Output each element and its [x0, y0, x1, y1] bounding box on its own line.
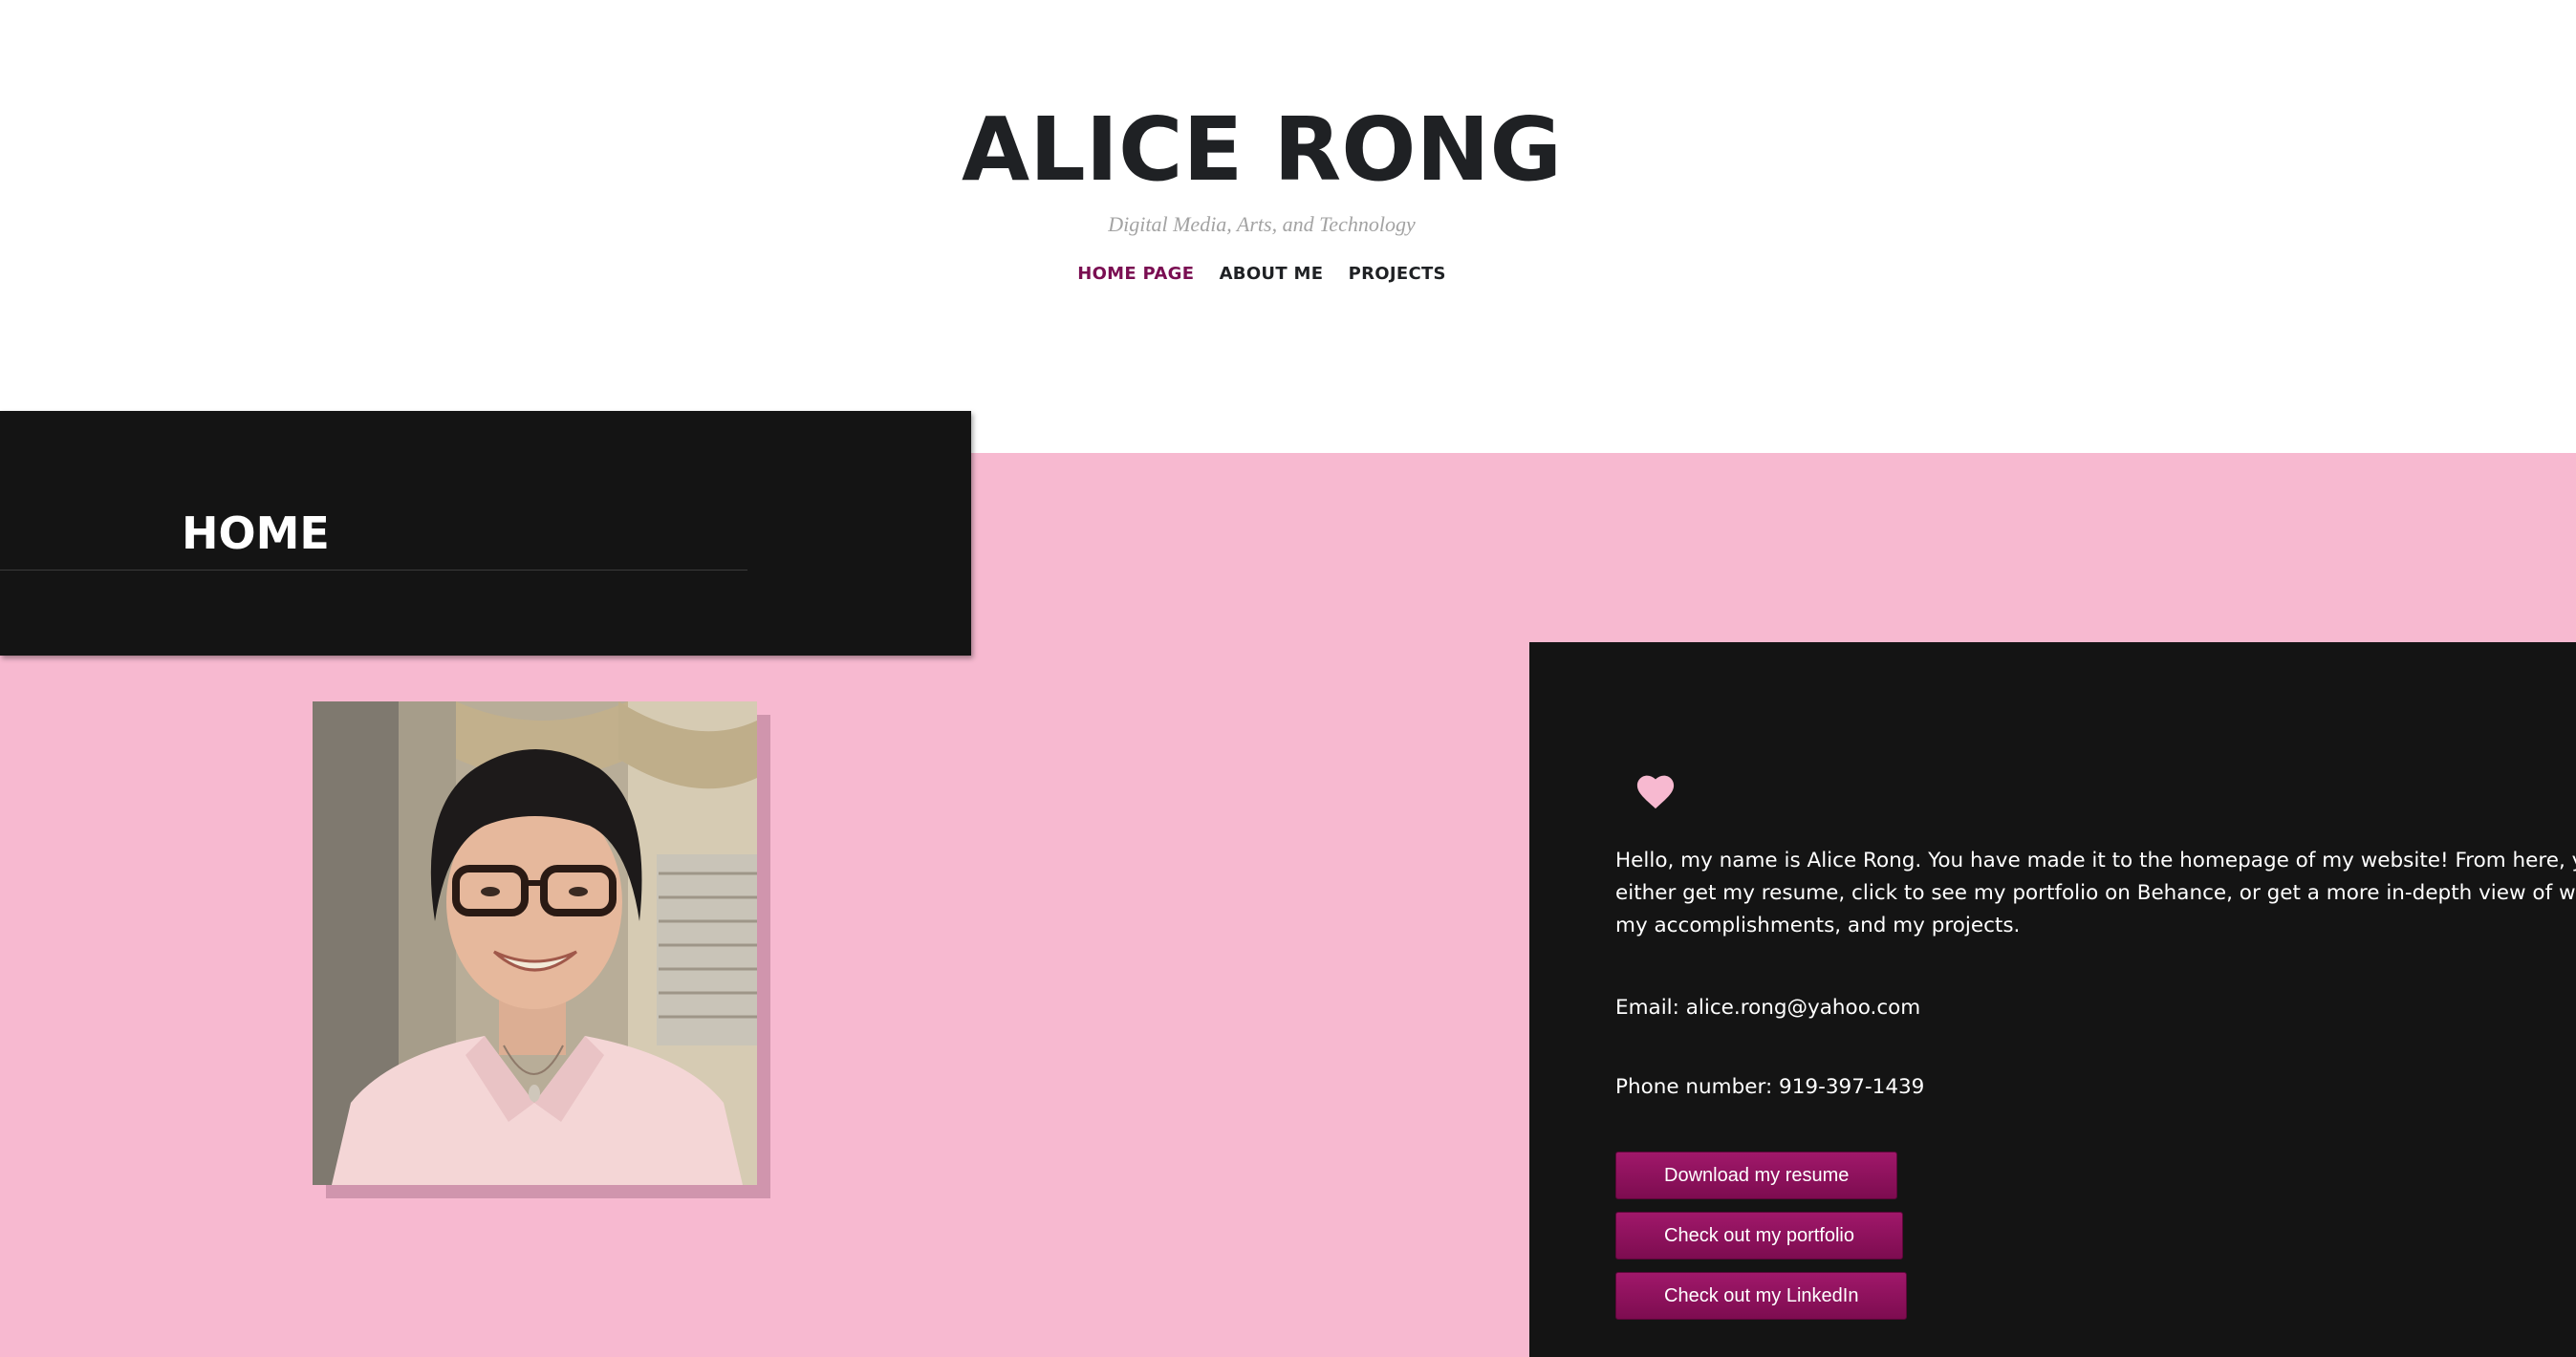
nav-home-page[interactable]: HOME PAGE — [1077, 264, 1194, 284]
intro-paragraph: Hello, my name is Alice Rong. You have m… — [1615, 849, 2576, 937]
profile-photo — [313, 701, 757, 1185]
main-nav: HOME PAGE ABOUT ME PROJECTS — [0, 264, 2523, 284]
info-card: Hello, my name is Alice Rong. You have m… — [1529, 642, 2576, 1357]
download-resume-button[interactable]: Download my resume — [1615, 1152, 1898, 1199]
site-tagline: Digital Media, Arts, and Technology — [1108, 212, 1416, 236]
site-title[interactable]: ALICE RONG — [0, 88, 2523, 212]
linkedin-button[interactable]: Check out my LinkedIn — [1615, 1272, 1908, 1320]
page-title: HOME — [182, 507, 330, 559]
title-divider — [0, 570, 747, 571]
nav-projects[interactable]: PROJECTS — [1349, 264, 1446, 284]
heart-icon — [1636, 775, 1675, 809]
home-title-panel: HOME — [0, 411, 971, 656]
site-header: ALICE RONG Digital Media, Arts, and Tech… — [0, 0, 2576, 453]
phone-text: Phone number: 919-397-1439 — [1615, 1075, 1925, 1099]
email-text: Email: alice.rong@yahoo.com — [1615, 996, 1921, 1020]
nav-about-me[interactable]: ABOUT ME — [1220, 264, 1324, 284]
portfolio-button[interactable]: Check out my portfolio — [1615, 1212, 1903, 1260]
